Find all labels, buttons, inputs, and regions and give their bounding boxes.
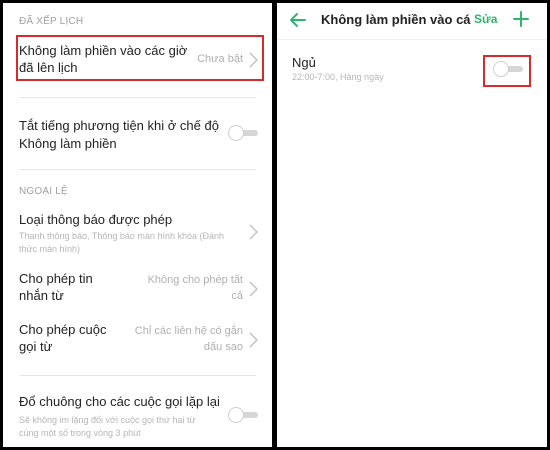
chevron-right-icon (249, 224, 258, 240)
add-icon[interactable] (513, 11, 529, 27)
allow-calls-value-line2: dấu sao (203, 341, 243, 353)
mute-media-title-line2: Không làm phiền (19, 136, 117, 151)
allow-messages-title-line2: nhắn từ (19, 288, 64, 303)
header-divider (277, 39, 547, 40)
divider (19, 169, 256, 170)
allow-calls-title-line1: Cho phép cuộc (19, 322, 107, 337)
allowed-notifications-title: Loại thông báo được phép (19, 212, 173, 227)
repeat-calls-title: Đổ chuông cho các cuộc gọi lặp lại (19, 394, 220, 409)
highlight-box (483, 55, 531, 87)
repeat-calls-detail-line1: Sẽ không im lặng đối với cuộc gọi thứ ha… (19, 415, 196, 425)
schedule-panel-right: Không làm phiền vào cá... Sửa Ngủ 22:00-… (277, 3, 547, 447)
allow-messages-value-line1: Không cho phép tất (147, 274, 243, 286)
highlight-box (16, 35, 264, 81)
mute-media-toggle[interactable] (228, 125, 258, 141)
allow-calls-title-line2: gọi từ (19, 339, 53, 354)
allowed-notifications-item[interactable]: Loại thông báo được phép Thanh thông báo… (3, 203, 272, 261)
mute-media-title-line1: Tắt tiếng phương tiện khi ở chế độ (19, 118, 219, 133)
allowed-notifications-detail-line1: Thanh thông báo, Thông báo màn hình khóa… (19, 231, 224, 241)
chevron-right-icon (249, 332, 258, 348)
settings-panel-left: ĐÃ XẾP LỊCH Không làm phiền vào các giờ … (3, 3, 272, 447)
mute-media-item[interactable]: Tắt tiếng phương tiện khi ở chế độ Không… (3, 107, 272, 163)
top-app-bar: Không làm phiền vào cá... Sửa (277, 3, 547, 39)
allow-messages-title-line1: Cho phép tin (19, 271, 93, 286)
divider (19, 375, 256, 376)
allow-calls-value-line1: Chỉ các liên hệ có gắn (134, 325, 243, 337)
edit-button[interactable]: Sửa (474, 12, 497, 26)
section-header-scheduled: ĐÃ XẾP LỊCH (19, 16, 84, 27)
repeat-calls-item[interactable]: Đổ chuông cho các cuộc gọi lặp lại Sẽ kh… (3, 383, 272, 447)
section-header-exceptions: NGOẠI LỆ (19, 186, 68, 197)
allow-calls-item[interactable]: Cho phép cuộc gọi từ Chỉ các liên hệ có … (3, 318, 272, 366)
schedule-name: Ngủ (292, 55, 316, 70)
allow-messages-value-line2: cả (231, 290, 243, 302)
divider (19, 97, 256, 98)
schedule-time-detail: 22:00-7:00, Hàng ngày (292, 72, 384, 82)
back-arrow-icon[interactable] (289, 11, 307, 29)
allowed-notifications-detail-line2: thức màn hình) (19, 244, 81, 254)
page-title: Không làm phiền vào cá... (321, 12, 471, 27)
allow-messages-item[interactable]: Cho phép tin nhắn từ Không cho phép tất … (3, 265, 272, 313)
repeat-calls-detail-line2: cùng một số trong vòng 3 phút (19, 428, 141, 438)
chevron-right-icon (249, 281, 258, 297)
repeat-calls-toggle[interactable] (228, 407, 258, 423)
